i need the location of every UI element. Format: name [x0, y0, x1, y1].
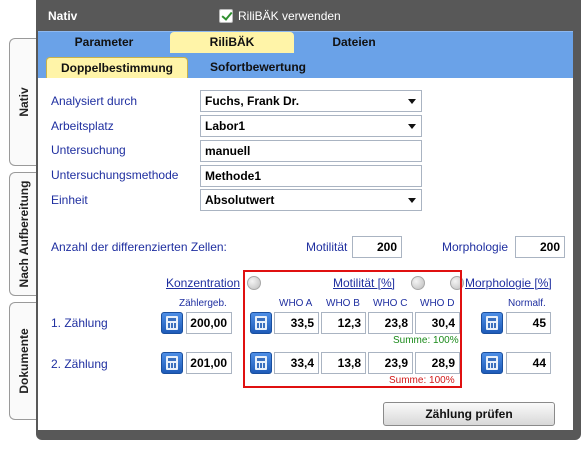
tab-rilibaek[interactable]: RiliBÄK: [170, 32, 294, 54]
untersuchung-input[interactable]: manuell: [200, 140, 422, 162]
cells-morphologie-label: Morphologie: [442, 240, 509, 254]
row-2-who-b-input[interactable]: 13,8: [321, 352, 366, 374]
row-2-summe: Summe: 100%: [389, 375, 455, 386]
methode-value: Methode1: [205, 169, 262, 183]
row-1-who-a-input[interactable]: 33,5: [274, 312, 319, 334]
main-tab-bar: Parameter RiliBÄK Dateien: [38, 31, 573, 54]
cells-motilitaet-label: Motilität: [306, 240, 348, 254]
einheit-value: Absolutwert: [205, 193, 275, 207]
row-2-label: 2. Zählung: [51, 357, 108, 371]
vtab-nach-aufbereitung[interactable]: Nach Aufbereitung: [9, 172, 37, 296]
arbeitsplatz-value: Labor1: [205, 119, 246, 133]
rilibaek-checkbox[interactable]: [219, 9, 233, 23]
vtab-dokumente[interactable]: Dokumente: [9, 302, 37, 420]
vertical-tab-bar: Nativ Nach Aufbereitung Dokumente: [0, 0, 38, 450]
row-2-who-d-input[interactable]: 28,9: [415, 352, 460, 374]
arbeitsplatz-label: Arbeitsplatz: [51, 119, 114, 133]
row-1-summe: Summe: 100%: [393, 335, 459, 346]
sub-tab-bar: Doppelbestimmung Sofortbewertung: [38, 53, 573, 78]
row-1-konzentration-input[interactable]: 200,00: [186, 312, 232, 334]
untersuchung-label: Untersuchung: [51, 143, 126, 157]
untersuchung-value: manuell: [205, 144, 251, 158]
cells-morphologie-input[interactable]: 200: [515, 236, 565, 258]
rilibaek-checkbox-label[interactable]: RiliBÄK verwenden: [238, 9, 341, 23]
einheit-label: Einheit: [51, 193, 88, 207]
calculator-icon[interactable]: [161, 312, 183, 334]
konzentration-link[interactable]: Konzentration: [166, 276, 240, 290]
cells-label: Anzahl der differenzierten Zellen:: [51, 240, 227, 254]
calculator-icon[interactable]: [481, 352, 503, 374]
tab-dateien[interactable]: Dateien: [294, 32, 414, 54]
row-2-who-a-input[interactable]: 33,4: [274, 352, 319, 374]
methode-input[interactable]: Methode1: [200, 165, 422, 187]
row-2-morphologie-input[interactable]: 44: [506, 352, 551, 374]
vtab-nach-aufbereitung-label: Nach Aufbereitung: [16, 180, 31, 288]
row-1-who-c-input[interactable]: 23,8: [368, 312, 413, 334]
analysiert-label: Analysiert durch: [51, 94, 138, 108]
analysiert-select[interactable]: Fuchs, Frank Dr.: [200, 90, 422, 112]
normalf-label: Normalf.: [508, 298, 546, 309]
vtab-dokumente-label: Dokumente: [16, 328, 31, 394]
calculator-icon[interactable]: [481, 312, 503, 334]
calculator-icon[interactable]: [250, 352, 272, 374]
methode-label: Untersuchungsmethode: [51, 168, 179, 182]
chevron-down-icon: [408, 124, 416, 129]
chevron-down-icon: [408, 198, 416, 203]
chevron-down-icon: [408, 99, 416, 104]
calculator-icon[interactable]: [250, 312, 272, 334]
arbeitsplatz-select[interactable]: Labor1: [200, 115, 422, 137]
vtab-nativ-label: Nativ: [16, 87, 31, 117]
calculator-icon[interactable]: [161, 352, 183, 374]
window-title: Nativ: [48, 9, 78, 23]
row-1-who-d-input[interactable]: 30,4: [415, 312, 460, 334]
row-2-konzentration-input[interactable]: 201,00: [186, 352, 232, 374]
vtab-nativ[interactable]: Nativ: [9, 38, 37, 166]
tab-parameter[interactable]: Parameter: [38, 32, 170, 54]
row-1-who-b-input[interactable]: 12,3: [321, 312, 366, 334]
tab-sofortbewertung[interactable]: Sofortbewertung: [188, 57, 328, 78]
window-titlebar: Nativ RiliBÄK verwenden: [36, 5, 581, 29]
row-1-morphologie-input[interactable]: 45: [506, 312, 551, 334]
row-1-label: 1. Zählung: [51, 316, 108, 330]
zaehlergeb-label: Zählergeb.: [179, 298, 227, 309]
zaehlung-pruefen-button[interactable]: Zählung prüfen: [383, 402, 555, 426]
einheit-select[interactable]: Absolutwert: [200, 189, 422, 211]
cells-motilitaet-input[interactable]: 200: [352, 236, 402, 258]
morphologie-link[interactable]: Morphologie [%]: [465, 276, 552, 290]
row-2-who-c-input[interactable]: 23,9: [368, 352, 413, 374]
analysiert-value: Fuchs, Frank Dr.: [205, 94, 300, 108]
tab-doppelbestimmung[interactable]: Doppelbestimmung: [46, 57, 188, 78]
